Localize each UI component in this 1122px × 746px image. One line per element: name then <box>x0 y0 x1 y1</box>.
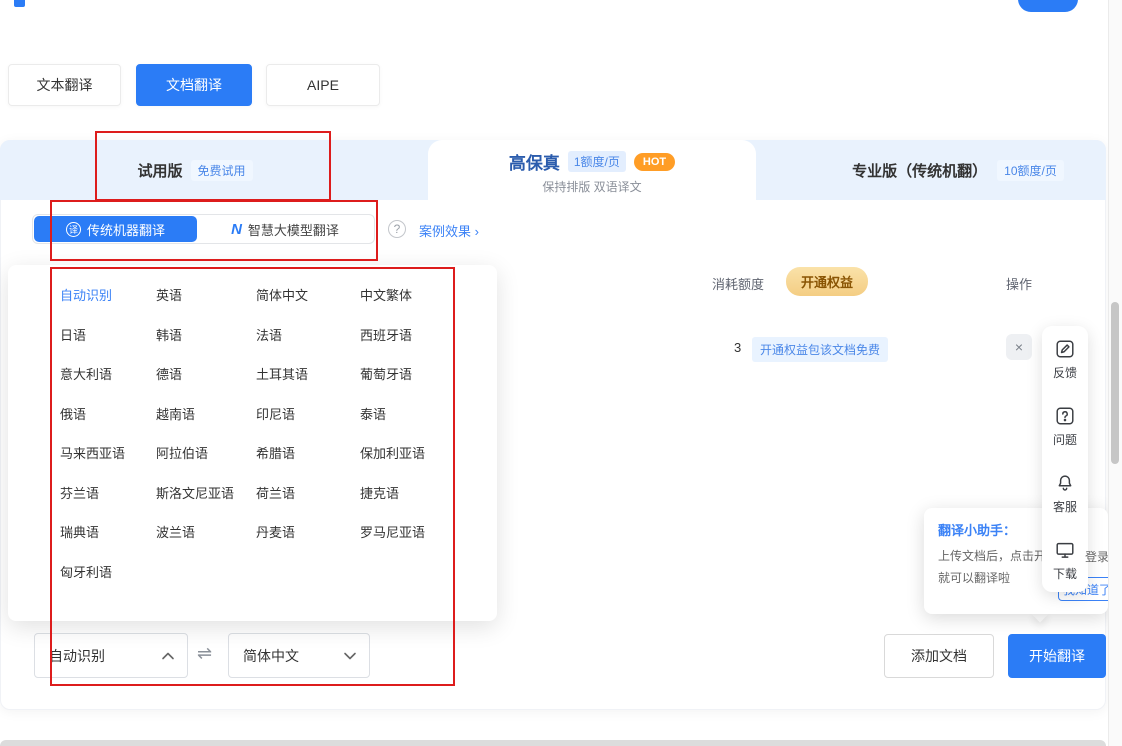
swap-icon[interactable]: ⇌ <box>197 643 212 664</box>
language-option[interactable]: 瑞典语 <box>60 522 156 541</box>
language-option[interactable]: 荷兰语 <box>256 483 360 502</box>
login-text-fragment: 登录 <box>1085 548 1109 565</box>
question-icon <box>1054 405 1076 427</box>
pro-price-badge: 10额度/页 <box>997 160 1064 181</box>
tab-aipe[interactable]: AIPE <box>266 64 380 106</box>
language-option[interactable]: 法语 <box>256 325 360 344</box>
pro-title: 专业版（传统机翻） <box>852 160 987 181</box>
language-option[interactable]: 马来西亚语 <box>60 443 156 462</box>
credits-column-header: 消耗额度 <box>712 274 764 293</box>
language-option[interactable]: 简体中文 <box>256 285 360 304</box>
engine-option-label: 智慧大模型翻译 <box>248 220 339 239</box>
logo-fragment <box>14 0 25 7</box>
language-option[interactable]: 意大利语 <box>60 364 156 383</box>
side-toolbar: 反馈 问题 客服 下载 <box>1042 326 1088 592</box>
fidelity-subtitle: 保持排版 双语译文 <box>428 178 756 195</box>
language-option[interactable]: 中文繁体 <box>360 285 497 304</box>
language-option[interactable]: 斯洛文尼亚语 <box>156 483 256 502</box>
language-option[interactable]: 德语 <box>156 364 256 383</box>
language-option[interactable]: 泰语 <box>360 404 497 423</box>
select-value: 自动识别 <box>49 646 105 666</box>
select-value: 简体中文 <box>243 646 299 666</box>
language-option[interactable]: 俄语 <box>60 404 156 423</box>
fidelity-title: 高保真 <box>509 149 560 174</box>
toolbar-item-feedback[interactable]: 反馈 <box>1053 338 1077 381</box>
add-document-button[interactable]: 添加文档 <box>884 634 994 678</box>
language-option-auto[interactable]: 自动识别 <box>60 285 156 304</box>
language-option[interactable]: 希腊语 <box>256 443 360 462</box>
source-language-select[interactable]: 自动识别 <box>34 633 188 678</box>
language-option[interactable]: 保加利亚语 <box>360 443 497 462</box>
start-translation-button[interactable]: 开始翻译 <box>1008 634 1106 678</box>
language-option[interactable]: 葡萄牙语 <box>360 364 497 383</box>
llm-icon: N <box>231 221 242 238</box>
tab-document-translation[interactable]: 文档翻译 <box>136 64 252 106</box>
benefit-button[interactable]: 开通权益 <box>786 267 868 296</box>
bell-icon <box>1054 472 1076 494</box>
language-panel: 自动识别 英语 简体中文 中文繁体 日语 韩语 法语 西班牙语 意大利语 德语 … <box>8 265 497 621</box>
tab-text-translation[interactable]: 文本翻译 <box>8 64 121 106</box>
feedback-icon <box>1054 338 1076 360</box>
language-grid: 自动识别 英语 简体中文 中文繁体 日语 韩语 法语 西班牙语 意大利语 德语 … <box>8 265 497 591</box>
chevron-up-icon <box>161 651 175 661</box>
language-option[interactable]: 土耳其语 <box>256 364 360 383</box>
toolbar-item-label: 反馈 <box>1053 364 1077 381</box>
plan-tab-fidelity[interactable]: 高保真 1额度/页 HOT 保持排版 双语译文 <box>428 140 756 200</box>
trial-title: 试用版 <box>137 160 182 181</box>
actions-column-header: 操作 <box>1006 274 1032 293</box>
monitor-icon <box>1054 539 1076 561</box>
language-option[interactable]: 丹麦语 <box>256 522 360 541</box>
hot-badge: HOT <box>634 153 675 171</box>
toolbar-item-label: 客服 <box>1053 498 1077 515</box>
language-option[interactable]: 罗马尼亚语 <box>360 522 497 541</box>
toolbar-item-label: 下载 <box>1053 565 1077 582</box>
language-option[interactable]: 阿拉伯语 <box>156 443 256 462</box>
plan-tab-trial[interactable]: 试用版 免费试用 <box>75 140 315 200</box>
language-option[interactable]: 韩语 <box>156 325 256 344</box>
footer-edge <box>0 740 1106 746</box>
language-option[interactable]: 芬兰语 <box>60 483 156 502</box>
engine-option-traditional[interactable]: 译 传统机器翻译 <box>34 216 197 242</box>
help-icon[interactable]: ? <box>388 220 406 238</box>
language-option[interactable]: 印尼语 <box>256 404 360 423</box>
target-language-select[interactable]: 简体中文 <box>228 633 370 678</box>
engine-option-llm[interactable]: N 智慧大模型翻译 <box>197 216 373 242</box>
language-option[interactable]: 越南语 <box>156 404 256 423</box>
language-option[interactable]: 西班牙语 <box>360 325 497 344</box>
language-option[interactable]: 捷克语 <box>360 483 497 502</box>
row-free-badge: 开通权益包该文档免费 <box>752 337 888 362</box>
row-close-button[interactable]: × <box>1006 334 1032 360</box>
chevron-down-icon <box>343 651 357 661</box>
fidelity-price-badge: 1额度/页 <box>568 151 626 172</box>
translate-icon: 译 <box>66 222 81 237</box>
plan-tab-pro[interactable]: 专业版（传统机翻） 10额度/页 <box>823 140 1093 200</box>
language-option[interactable]: 波兰语 <box>156 522 256 541</box>
trial-badge: 免费试用 <box>191 160 253 181</box>
toolbar-item-label: 问题 <box>1053 431 1077 448</box>
language-option[interactable]: 匈牙利语 <box>60 562 156 581</box>
engine-option-label: 传统机器翻译 <box>87 220 165 239</box>
engine-toggle: 译 传统机器翻译 N 智慧大模型翻译 <box>32 214 375 244</box>
top-right-button[interactable] <box>1018 0 1078 12</box>
case-link[interactable]: 案例效果 › <box>419 221 479 240</box>
toolbar-item-download[interactable]: 下载 <box>1053 539 1077 582</box>
language-option[interactable]: 日语 <box>60 325 156 344</box>
toolbar-item-support[interactable]: 客服 <box>1053 472 1077 515</box>
language-option[interactable]: 英语 <box>156 285 256 304</box>
scrollbar-thumb[interactable] <box>1111 302 1119 464</box>
toolbar-item-question[interactable]: 问题 <box>1053 405 1077 448</box>
row-credits-value: 3 <box>734 340 741 355</box>
